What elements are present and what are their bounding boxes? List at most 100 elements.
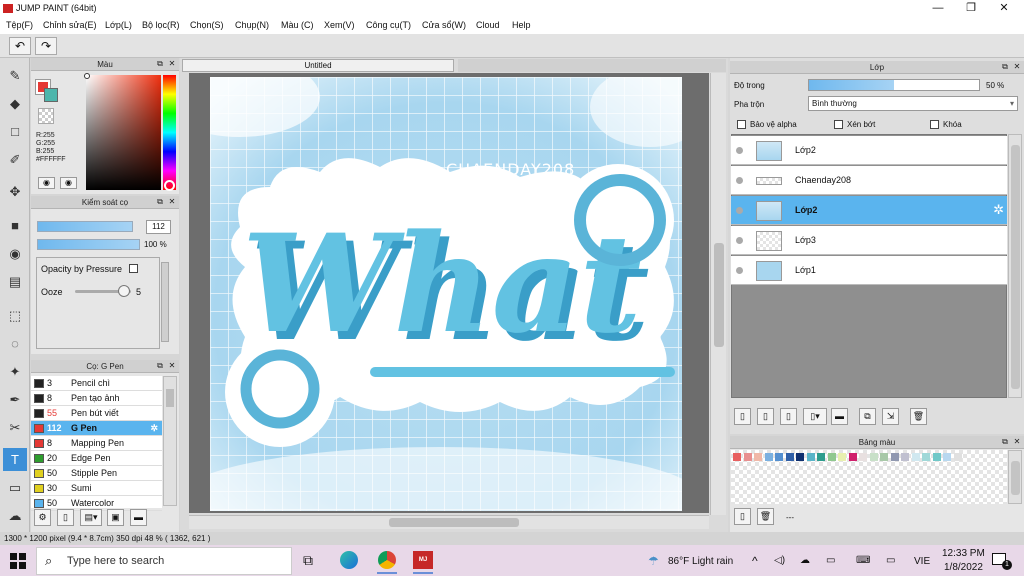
- palette-swatch[interactable]: [848, 453, 857, 461]
- panel-close-icon[interactable]: ✕: [167, 197, 177, 207]
- fill-rect-tool-icon[interactable]: ■: [3, 214, 27, 237]
- divider-tool-icon[interactable]: ▭: [3, 476, 27, 499]
- panel-close-icon[interactable]: ✕: [167, 361, 177, 371]
- layer-opacity-slider[interactable]: [808, 79, 980, 91]
- hue-slider[interactable]: [163, 75, 176, 190]
- palette-swatch[interactable]: [743, 453, 752, 461]
- delete-layer-icon[interactable]: 🗑: [910, 408, 927, 425]
- saturation-value-picker[interactable]: [86, 75, 161, 190]
- brush-list-item[interactable]: 8 Mapping Pen: [31, 436, 162, 451]
- menu-tools[interactable]: Công cụ(T): [366, 20, 411, 30]
- palette-swatch[interactable]: [827, 453, 836, 461]
- weather-text[interactable]: 86°F Light rain: [668, 556, 733, 567]
- layer-row[interactable]: Chaenday208: [731, 166, 1007, 195]
- menu-window[interactable]: Cửa sổ(W): [422, 20, 466, 30]
- menu-filter[interactable]: Bộ lọc(R): [142, 20, 180, 30]
- canvas-hscroll[interactable]: [189, 515, 709, 529]
- brush-size-slider[interactable]: [37, 221, 133, 232]
- keyboard-icon[interactable]: ⌨: [856, 555, 870, 566]
- add-layer-menu-icon[interactable]: ▯▾: [803, 408, 827, 425]
- menu-select[interactable]: Chọn(S): [190, 20, 224, 30]
- palette-scrollbar[interactable]: [1008, 450, 1022, 504]
- drawing-canvas[interactable]: What What CHAENDAY208 #HOIDAP247: [210, 77, 682, 511]
- brush-folder-icon[interactable]: ▬: [130, 509, 147, 526]
- brush-options-scrollbar[interactable]: [161, 262, 169, 342]
- palette-swatch[interactable]: [922, 453, 930, 461]
- palette-swatch[interactable]: [754, 453, 762, 461]
- brush-list-item[interactable]: 8 Pen tạo ảnh: [31, 391, 162, 406]
- color-swap-button[interactable]: ◉: [60, 177, 77, 189]
- new-layer-1bit-icon[interactable]: ▯: [780, 408, 797, 425]
- minimize-button[interactable]: —: [922, 0, 954, 17]
- palette-swatch[interactable]: [796, 453, 804, 461]
- text-tool-icon[interactable]: T: [3, 448, 27, 471]
- layer-list-scrollbar[interactable]: [1008, 134, 1022, 398]
- palette-swatch[interactable]: [911, 453, 920, 461]
- redo-button[interactable]: ↷: [35, 37, 57, 55]
- eraser-tool-icon[interactable]: ◆: [3, 92, 27, 115]
- ooze-slider-handle[interactable]: [118, 285, 130, 297]
- palette-swatch[interactable]: [901, 453, 909, 461]
- gradient-tool-icon[interactable]: ▤: [3, 270, 27, 293]
- task-view-icon[interactable]: ⧉: [303, 552, 313, 569]
- display-icon[interactable]: ▭: [886, 555, 895, 566]
- select-eraser-icon[interactable]: ✂: [3, 416, 27, 439]
- panel-float-icon[interactable]: ⧉: [155, 59, 165, 69]
- panel-close-icon[interactable]: ✕: [167, 59, 177, 69]
- palette-swatch[interactable]: [953, 453, 962, 461]
- jump-paint-taskbar-icon[interactable]: MJ: [413, 551, 433, 569]
- tray-chevron-icon[interactable]: ^: [752, 554, 758, 568]
- brush-list-item[interactable]: 30 Sumi: [31, 481, 162, 496]
- scroll-thumb[interactable]: [166, 389, 174, 407]
- scroll-thumb[interactable]: [714, 243, 724, 347]
- magic-wand-icon[interactable]: ✦: [3, 360, 27, 383]
- palette-swatch[interactable]: [806, 453, 815, 461]
- brush-tool-icon[interactable]: ✎: [3, 64, 27, 87]
- new-layer-icon[interactable]: ▯: [734, 408, 751, 425]
- menu-cloud[interactable]: Cloud: [476, 20, 500, 30]
- rect-tool-icon[interactable]: □: [3, 120, 27, 143]
- menu-capture[interactable]: Chụp(N): [235, 20, 269, 30]
- secondary-color-swatch[interactable]: [44, 88, 58, 102]
- merge-layer-icon[interactable]: ⇲: [882, 408, 899, 425]
- layer-visibility-icon[interactable]: [736, 147, 743, 154]
- brush-size-input[interactable]: 112: [146, 220, 171, 234]
- hue-cursor[interactable]: [164, 180, 175, 191]
- brush-opacity-slider[interactable]: [37, 239, 140, 250]
- palette-swatch[interactable]: [817, 453, 825, 461]
- pen-tool-icon[interactable]: ✐: [3, 148, 27, 171]
- color-picker-button[interactable]: ◉: [38, 177, 55, 189]
- transparent-swatch[interactable]: [38, 108, 54, 124]
- brush-add-icon[interactable]: ⚙: [34, 509, 51, 526]
- lock-checkbox[interactable]: [930, 120, 939, 129]
- network-icon[interactable]: ▭: [826, 555, 835, 566]
- palette-swatch[interactable]: [733, 453, 741, 461]
- brush-new-icon[interactable]: ▯: [57, 509, 74, 526]
- menu-view[interactable]: Xem(V): [324, 20, 355, 30]
- blend-mode-select[interactable]: Bình thường ▾: [808, 96, 1018, 111]
- select-tool-icon[interactable]: ⬚: [3, 304, 27, 327]
- palette-swatch[interactable]: [775, 453, 783, 461]
- palette-swatch[interactable]: [785, 453, 794, 461]
- protect-alpha-checkbox[interactable]: [737, 120, 746, 129]
- windows-start-icon[interactable]: [10, 553, 26, 569]
- palette-swatch[interactable]: [838, 453, 846, 461]
- palette-swatch[interactable]: [764, 453, 773, 461]
- taskbar-search[interactable]: ⌕ Type here to search: [36, 547, 292, 575]
- scroll-thumb[interactable]: [1011, 461, 1020, 495]
- canvas-vscroll[interactable]: [710, 73, 726, 515]
- brush-list-item[interactable]: 112 G Pen ✲: [31, 421, 162, 436]
- clock-date[interactable]: 1/8/2022: [944, 562, 983, 573]
- layer-row[interactable]: Lớp2 ✲: [731, 196, 1007, 225]
- panel-float-icon[interactable]: ⧉: [1000, 62, 1010, 72]
- panel-float-icon[interactable]: ⧉: [1000, 437, 1010, 447]
- layer-folder-icon[interactable]: ▬: [831, 408, 848, 425]
- clipping-checkbox[interactable]: [834, 120, 843, 129]
- undo-button[interactable]: ↶: [9, 37, 31, 55]
- close-button[interactable]: ✕: [988, 0, 1020, 17]
- lasso-tool-icon[interactable]: ◌: [3, 332, 27, 355]
- palette-swatch[interactable]: [943, 453, 951, 461]
- layer-visibility-icon[interactable]: [736, 207, 743, 214]
- chrome-browser-icon[interactable]: [378, 551, 396, 569]
- maximize-button[interactable]: ❐: [955, 0, 987, 17]
